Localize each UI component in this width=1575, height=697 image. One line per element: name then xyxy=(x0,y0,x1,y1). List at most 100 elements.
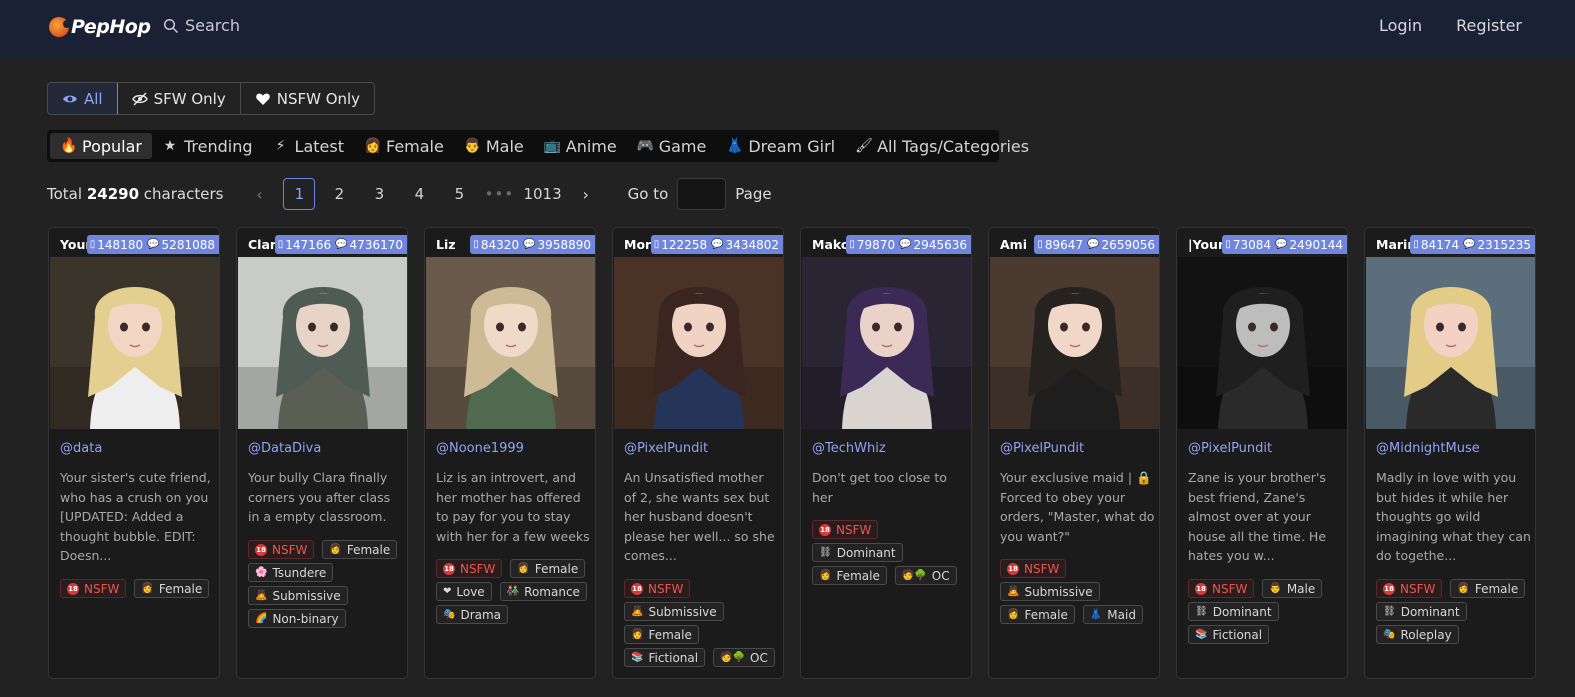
tag-fictional[interactable]: 📚 Fictional xyxy=(624,648,706,667)
character-portrait[interactable] xyxy=(802,257,971,429)
tag-romance[interactable]: 👫 Romance xyxy=(499,582,587,601)
page-3-button[interactable]: 3 xyxy=(363,178,395,210)
filter-sfw-button[interactable]: SFW Only xyxy=(118,83,241,114)
tab-icon: 📺 xyxy=(543,138,562,154)
message-count: 73084 xyxy=(1232,237,1272,252)
tag-oc[interactable]: 🧑🌳 OC xyxy=(713,648,775,667)
tab-popular[interactable]: 🔥 Popular xyxy=(50,133,152,159)
author-link[interactable]: @DataDiva xyxy=(248,441,321,456)
tag-submissive[interactable]: 🙇 Submissive xyxy=(1000,582,1100,601)
adult-18-icon: 18 xyxy=(443,562,455,575)
goto-page-input[interactable] xyxy=(677,178,727,210)
tag-fictional[interactable]: 📚 Fictional xyxy=(1188,625,1270,644)
tag-submissive[interactable]: 🙇 Submissive xyxy=(248,586,348,605)
adult-18-icon: 18 xyxy=(1007,562,1019,575)
tab-anime[interactable]: 📺 Anime xyxy=(534,133,627,159)
tag-female[interactable]: 👩 Female xyxy=(624,625,699,644)
character-portrait[interactable] xyxy=(1178,257,1347,429)
tab-game[interactable]: 🎮 Game xyxy=(627,133,717,159)
character-card[interactable]: |Your Br ▯ 73084 💬 2490144 @PixelPundit Zane i… xyxy=(1176,227,1348,679)
tab-trending[interactable]: ★ Trending xyxy=(152,133,263,159)
tag-dominant[interactable]: ⛓ Dominant xyxy=(1188,602,1279,621)
character-portrait[interactable] xyxy=(990,257,1159,429)
register-link[interactable]: Register xyxy=(1456,16,1522,35)
tag-nsfw[interactable]: 18 NSFW xyxy=(1000,559,1067,578)
tag-nsfw[interactable]: 18 NSFW xyxy=(60,579,127,598)
logo[interactable]: PepHop xyxy=(49,13,151,41)
author-link[interactable]: @PixelPundit xyxy=(1188,441,1272,456)
tag-maid[interactable]: 👗 Maid xyxy=(1082,605,1143,624)
tag-roleplay[interactable]: 🎭 Roleplay xyxy=(1376,625,1459,644)
tag-dominant[interactable]: ⛓ Dominant xyxy=(1376,602,1467,621)
character-card[interactable]: Moriko ▯ 122258 💬 3434802 @PixelPundit An Unsa… xyxy=(612,227,784,679)
tab-male[interactable]: 👨 Male xyxy=(454,133,534,159)
tag-dominant[interactable]: ⛓ Dominant xyxy=(812,543,903,562)
character-card[interactable]: Your si ▯ 148180 💬 5281088 @data Your sister's… xyxy=(48,227,220,679)
tag-nsfw[interactable]: 18 NSFW xyxy=(624,579,691,598)
tab-dream-girl[interactable]: 👗 Dream Girl xyxy=(716,133,845,159)
page-1-button[interactable]: 1 xyxy=(283,178,316,210)
tag-female[interactable]: 👩 Female xyxy=(510,559,586,578)
tag-female[interactable]: 👩 Female xyxy=(322,540,398,559)
page-ellipsis[interactable]: ••• xyxy=(483,178,515,210)
tag-oc[interactable]: 🧑🌳 OC xyxy=(894,566,957,585)
tag-female[interactable]: 👩 Female xyxy=(1000,605,1075,624)
tag-female[interactable]: 👩 Female xyxy=(134,579,210,598)
character-card[interactable]: Liz ▯ 84320 💬 3958890 @Noone1999 Liz is an int… xyxy=(424,227,596,679)
message-icon: ▯ xyxy=(849,239,855,250)
tag-nsfw[interactable]: 18 NSFW xyxy=(248,540,315,559)
character-card[interactable]: Ami ▯ 89647 💬 2659056 @PixelPundit Your exclus… xyxy=(988,227,1160,679)
character-portrait[interactable] xyxy=(426,257,595,429)
tab-all-tags-categories[interactable]: 🖌 All Tags/Categories xyxy=(845,133,1039,159)
login-link[interactable]: Login xyxy=(1379,16,1422,35)
author-link[interactable]: @PixelPundit xyxy=(624,441,708,456)
character-card[interactable]: Mako ▯ 79870 💬 2945636 @TechWhiz Don't get too… xyxy=(800,227,972,679)
tag-nsfw[interactable]: 18 NSFW xyxy=(1376,579,1443,598)
author-link[interactable]: @TechWhiz xyxy=(812,441,886,456)
prev-page-button[interactable]: ‹ xyxy=(243,178,275,210)
tab-latest[interactable]: ⚡ Latest xyxy=(263,133,354,159)
tag-label: Female xyxy=(836,568,880,583)
tag-nsfw[interactable]: 18 NSFW xyxy=(812,520,879,539)
last-page-button[interactable]: 1013 xyxy=(523,178,561,210)
filter-nsfw-button[interactable]: NSFW Only xyxy=(241,83,374,114)
tag-female[interactable]: 👩 Female xyxy=(812,566,887,585)
page-4-button[interactable]: 4 xyxy=(403,178,435,210)
tag-female[interactable]: 👩 Female xyxy=(1450,579,1526,598)
tag-label: Love xyxy=(456,584,485,599)
character-portrait[interactable] xyxy=(614,257,783,429)
character-portrait[interactable] xyxy=(1366,257,1535,429)
chat-count: 5281088 xyxy=(161,237,215,252)
tag-non-binary[interactable]: 🌈 Non-binary xyxy=(248,609,346,628)
author-link[interactable]: @MidnightMuse xyxy=(1376,441,1480,456)
author-link[interactable]: @Noone1999 xyxy=(436,441,524,456)
tag-love[interactable]: ❤ Love xyxy=(436,582,492,601)
filter-all-button[interactable]: All xyxy=(48,83,118,114)
character-card[interactable]: Marin K ▯ 84174 💬 2315235 @MidnightMuse Madly … xyxy=(1364,227,1536,679)
message-count: 84320 xyxy=(480,237,520,252)
search-button[interactable]: Search xyxy=(163,16,240,35)
tab-female[interactable]: 👩 Female xyxy=(354,133,454,159)
tag-nsfw[interactable]: 18 NSFW xyxy=(1188,579,1255,598)
tag-nsfw[interactable]: 18 NSFW xyxy=(436,559,503,578)
author-link[interactable]: @data xyxy=(60,441,102,456)
page-5-button[interactable]: 5 xyxy=(443,178,475,210)
tag-male[interactable]: 👨 Male xyxy=(1262,579,1323,598)
tag-icon: 👩 xyxy=(329,544,342,555)
character-card[interactable]: Clara ▯ 147166 💬 4736170 @DataDiva Your bully … xyxy=(236,227,408,679)
character-portrait[interactable] xyxy=(50,257,219,429)
tag-submissive[interactable]: 🙇 Submissive xyxy=(624,602,724,621)
tab-label: Game xyxy=(658,136,707,156)
next-page-button[interactable]: › xyxy=(570,178,602,210)
tag-drama[interactable]: 🎭 Drama xyxy=(436,605,509,624)
page-2-button[interactable]: 2 xyxy=(323,178,355,210)
message-count: 147166 xyxy=(285,237,332,252)
character-portrait[interactable] xyxy=(238,257,407,429)
chat-icon: 💬 xyxy=(523,239,536,250)
author-link[interactable]: @PixelPundit xyxy=(1000,441,1084,456)
tag-label: Submissive xyxy=(1024,584,1093,599)
page-numbers: 12345 xyxy=(279,178,479,210)
chat-icon: 💬 xyxy=(1463,239,1476,250)
tag-tsundere[interactable]: 🌸 Tsundere xyxy=(248,563,334,582)
tag-icon: 📚 xyxy=(1195,629,1208,640)
